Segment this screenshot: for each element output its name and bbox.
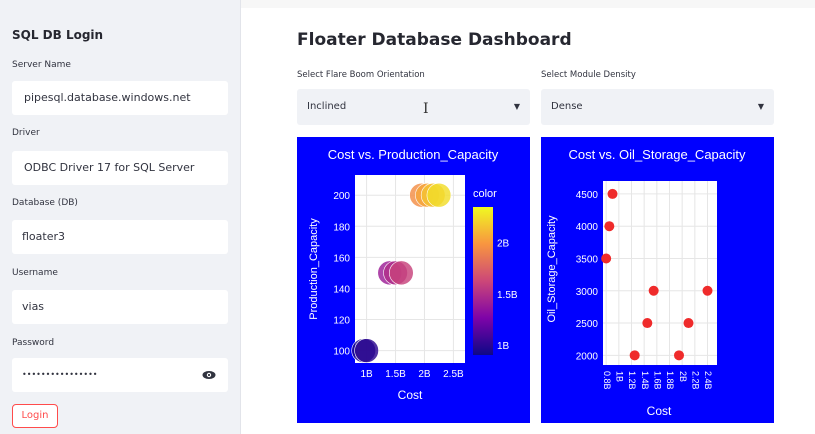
density-select[interactable]: Dense ▼ (541, 89, 774, 125)
driver-field[interactable]: ODBC Driver 17 for SQL Server (12, 151, 228, 185)
password-value: •••••••••••••••• (22, 370, 98, 379)
chart1-x-tick: 1.5B (385, 369, 406, 380)
database-label: Database (DB) (12, 198, 78, 208)
colorbar-title: color (473, 188, 497, 200)
chart1-y-tick: 180 (333, 222, 350, 233)
chart2-plot-area (603, 181, 717, 365)
page-title: Floater Database Dashboard (297, 30, 572, 50)
chart2-x-tick: 0.8B (602, 371, 612, 390)
chevron-down-icon: ▼ (757, 102, 764, 111)
orientation-label: Select Flare Boom Orientation (297, 70, 425, 80)
chart2-x-tick: 1B (614, 371, 624, 382)
top-header-bar (241, 0, 815, 8)
eye-icon[interactable] (202, 358, 216, 406)
chart1-y-tick: 140 (333, 284, 350, 295)
chart1-xlabel: Cost (398, 388, 423, 402)
chart2-y-tick: 3000 (576, 287, 599, 298)
sidebar: SQL DB Login Server Name pipesql.databas… (0, 0, 241, 434)
chart2-point (683, 318, 694, 329)
chart1-point (354, 338, 379, 363)
username-field[interactable]: vias (12, 290, 228, 324)
driver-label: Driver (12, 128, 40, 138)
database-field[interactable]: floater3 (12, 220, 228, 254)
sidebar-title: SQL DB Login (12, 28, 104, 42)
chart2-x-tick: 2.2B (690, 371, 700, 390)
orientation-value: Inclined (307, 101, 347, 112)
chart-svg-production: Cost vs. Production_Capacity 100 120 140 16… (308, 147, 518, 402)
chart2-x-tick: 1.8B (665, 371, 675, 390)
chart2-y-tick: 2500 (576, 319, 599, 330)
density-value: Dense (551, 101, 583, 112)
login-button[interactable]: Login (12, 404, 58, 428)
chart2-point (674, 350, 684, 361)
chart2-title: Cost vs. Oil_Storage_Capacity (568, 147, 746, 162)
chart1-x-tick: 2.5B (443, 369, 464, 380)
chart1-title: Cost vs. Production_Capacity (328, 147, 499, 162)
chart2-point (607, 188, 618, 199)
chart1-y-tick: 100 (333, 347, 350, 358)
production-capacity-chart: Cost vs. Production_Capacity 100 120 140 16… (297, 137, 530, 423)
chart2-y-tick: 2000 (576, 351, 599, 362)
chart2-point (702, 285, 713, 296)
chart2-xlabel: Cost (647, 404, 672, 418)
colorbar-tick: 1B (497, 341, 510, 352)
chart1-y-tick: 200 (333, 191, 350, 202)
density-label: Select Module Density (541, 70, 636, 80)
chart2-y-tick: 3500 (576, 254, 599, 265)
orientation-select[interactable]: Inclined ▼ (297, 89, 530, 125)
chart2-x-tick: 1.6B (652, 371, 662, 390)
colorbar-tick: 2B (497, 239, 510, 250)
chart1-point (389, 260, 414, 286)
chart1-y-tick: 120 (333, 315, 350, 326)
chart2-x-tick: 1.4B (640, 371, 650, 390)
text-cursor-icon: I (423, 101, 429, 117)
chart2-x-tick: 2.4B (703, 371, 713, 390)
chart2-ylabel: Oil_Storage_Capacity (546, 215, 558, 323)
chart2-x-tick: 1.2B (627, 371, 637, 390)
server-field[interactable]: pipesql.database.windows.net (12, 81, 228, 115)
chart1-x-tick: 1B (360, 369, 373, 380)
chart1-y-tick: 160 (333, 253, 350, 264)
password-field[interactable]: •••••••••••••••• (12, 358, 228, 392)
colorbar-tick: 1.5B (497, 290, 518, 301)
chart2-point (648, 285, 659, 296)
server-label: Server Name (12, 60, 71, 70)
chevron-down-icon: ▼ (513, 102, 520, 111)
chart2-y-tick: 4000 (576, 222, 599, 233)
chart2-x-tick: 2B (678, 371, 688, 382)
colorbar (473, 207, 493, 355)
username-label: Username (12, 268, 58, 278)
chart2-point (629, 350, 640, 361)
oil-storage-chart: Cost vs. Oil_Storage_Capacity 2000 2500 30… (541, 137, 774, 423)
chart1-x-tick: 2B (418, 369, 431, 380)
chart2-point (642, 318, 653, 329)
chart2-point (601, 253, 612, 264)
chart1-ylabel: Production_Capacity (308, 218, 320, 320)
chart-svg-oil-storage: Cost vs. Oil_Storage_Capacity 2000 2500 30… (546, 147, 746, 418)
chart2-y-tick: 4500 (576, 190, 599, 201)
password-label: Password (12, 338, 55, 348)
chart2-point (604, 221, 615, 232)
chart1-point (426, 182, 452, 208)
